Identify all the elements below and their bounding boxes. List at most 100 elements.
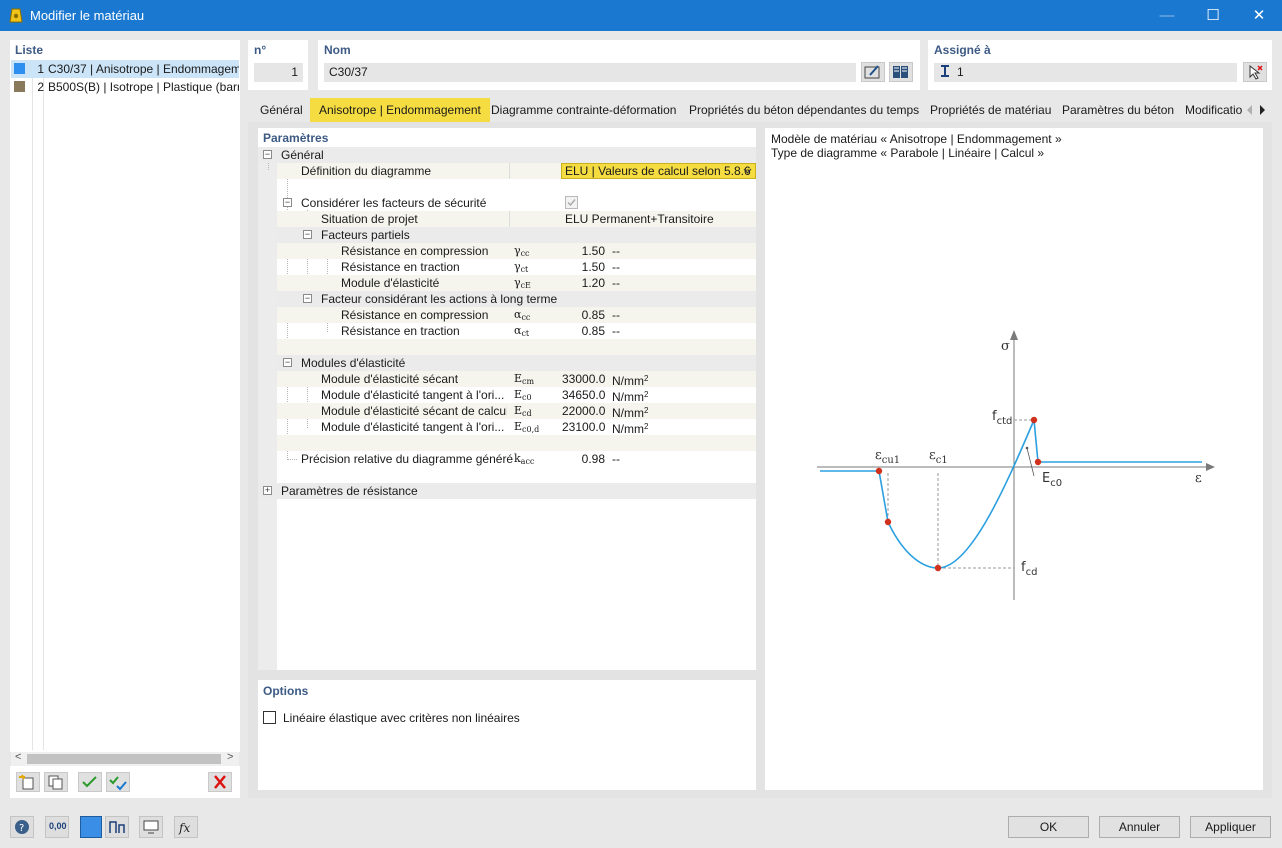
units-button[interactable]: 0,00 [45,816,69,838]
param-row: Résistance en compression αcc 0.85 -- [277,307,756,323]
delete-icon [214,775,226,789]
design-situation-row: Situation de projet ELU Permanent+Transi… [277,211,756,227]
list-scrollbar[interactable]: < > [11,751,239,766]
design-situation-value[interactable]: ELU Permanent+Transitoire [565,211,714,227]
title-bar: Modifier le matériau — ☐ ✕ [0,0,1282,31]
pick-icon [1249,64,1263,80]
group-resistance[interactable]: + Paramètres de résistance [258,483,756,499]
tab-scroll-right-icon[interactable] [1258,103,1268,117]
copy-material-button[interactable] [44,772,68,792]
ok-button[interactable]: OK [1008,816,1089,838]
alpha-ct-value[interactable]: 0.85 [562,323,605,339]
tab-modifications-wrap: Modificatio [1176,98,1242,122]
collapse-icon[interactable]: − [263,150,272,159]
assigned-field[interactable]: 1 [934,63,1237,82]
delete-button[interactable] [208,772,232,792]
ec0d-value[interactable]: 23100.0 [562,419,605,435]
number-field[interactable]: 1 [254,63,303,82]
library-button[interactable] [889,62,913,82]
sigma-arrow-icon [1010,330,1018,340]
ecd-value[interactable]: 22000.0 [562,403,605,419]
check-selected-button[interactable] [106,772,130,792]
tab-concrete-params[interactable]: Paramètres du béton [1053,98,1183,122]
diagram-definition-row: Définition du diagramme ELU | Valeurs de… [277,163,756,179]
gamma-ct-value[interactable]: 1.50 [562,259,605,275]
param-row: Module d'élasticité sécant de calcul Ecd… [277,403,756,419]
help-icon: ? [15,820,29,834]
edit-name-button[interactable] [861,62,885,82]
scroll-left-icon[interactable]: < [15,751,21,763]
pick-assigned-button[interactable] [1243,62,1267,82]
list-panel [10,40,240,752]
structure-icon [109,821,125,833]
svg-text:?: ? [19,823,24,834]
gamma-ce-value[interactable]: 1.20 [562,275,605,291]
tab-anisotrope[interactable]: Anisotrope | Endommagement [310,98,490,122]
sigma-label: σ [1001,339,1010,354]
group-general[interactable]: − Général [258,147,756,163]
tab-time-dependent[interactable]: Propriétés du béton dépendantes du temps [680,98,928,122]
tree-gutter [258,147,277,670]
minimize-button[interactable]: — [1144,0,1190,31]
svg-text:fx: fx [178,821,190,835]
param-row: Module d'élasticité γcE 1.20 -- [277,275,756,291]
tab-material-properties[interactable]: Propriétés de matériau [921,98,1060,122]
scroll-thumb[interactable] [27,754,221,764]
chevron-down-icon [743,168,752,174]
alpha-cc-value[interactable]: 0.85 [562,307,605,323]
check-selected-icon [109,776,127,791]
safety-factors-checkbox[interactable] [565,196,578,209]
structure-button[interactable] [105,816,129,838]
new-material-button[interactable] [16,772,40,792]
ec1-point [934,564,942,572]
formula-button[interactable]: fx [174,816,198,838]
long-term-group[interactable]: − Facteur considérant les actions à long… [277,291,756,307]
close-button[interactable]: ✕ [1236,0,1282,31]
epsilon-label: ε [1195,471,1202,486]
tab-general[interactable]: Général [251,98,312,122]
ecu1-point [875,467,883,475]
view-button[interactable] [139,816,163,838]
gamma-cc-value[interactable]: 1.50 [562,243,605,259]
ec0-value[interactable]: 34650.0 [562,387,605,403]
units-icon: 0,00 [49,821,67,831]
fctd-point [1030,416,1038,424]
scroll-right-icon[interactable]: > [227,751,233,763]
list-item[interactable]: 1 C30/37 | Anisotrope | Endommagement [11,60,239,78]
collapse-icon[interactable]: − [303,294,312,303]
list-item[interactable]: 2 B500S(B) | Isotrope | Plastique (barres… [11,78,239,96]
help-button[interactable]: ? [10,816,34,838]
assigned-label: Assigné à [934,43,991,57]
new-icon [19,774,34,790]
ec1-label: εc1 [929,448,948,466]
copy-icon [48,775,63,790]
diagram-definition-select[interactable]: ELU | Valeurs de calcul selon 5.8.6 [561,163,756,179]
apply-button[interactable]: Appliquer [1190,816,1271,838]
kacc-value[interactable]: 0.98 [562,451,605,467]
tab-stress-strain[interactable]: Diagramme contrainte-déformation [482,98,685,122]
member-icon [941,65,949,77]
tension-end-point [1034,458,1042,466]
collapse-icon[interactable]: − [303,230,312,239]
app-icon [9,8,23,23]
tab-scroll-left-icon[interactable] [1244,103,1254,117]
partial-factors-group[interactable]: − Facteurs partiels [277,227,756,243]
tab-modifications[interactable]: Modificatio [1176,98,1242,122]
curve-point [884,518,892,526]
color-button[interactable] [80,816,102,838]
ecm-value[interactable]: 33000.0 [562,371,605,387]
parameters-title: Paramètres [263,131,329,145]
cancel-button[interactable]: Annuler [1099,816,1180,838]
linear-elastic-label: Linéaire élastique avec critères non lin… [283,711,520,725]
param-row: Module d'élasticité tangent à l'ori... E… [321,419,649,435]
linear-elastic-checkbox[interactable] [263,711,276,724]
ec0-label: Ec0 [1042,471,1062,489]
expand-icon[interactable]: + [263,486,272,495]
check-all-icon [82,776,97,788]
check-button[interactable] [78,772,102,792]
moduli-group[interactable]: − Modules d'élasticité [277,355,756,371]
maximize-button[interactable]: ☐ [1190,0,1236,31]
name-field[interactable]: C30/37 [324,63,856,82]
collapse-icon[interactable]: − [283,198,292,207]
collapse-icon[interactable]: − [283,358,292,367]
